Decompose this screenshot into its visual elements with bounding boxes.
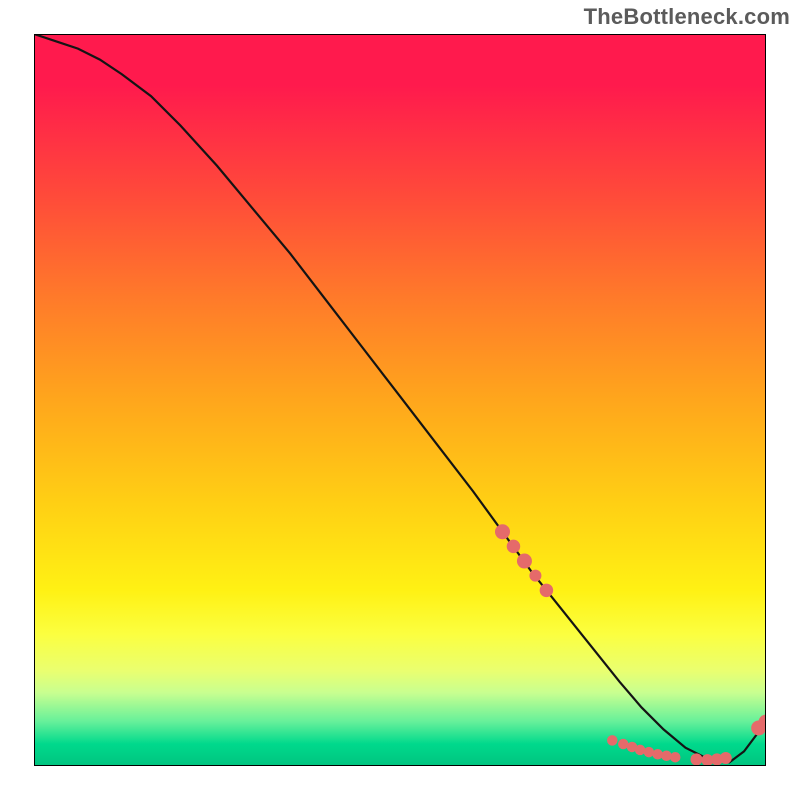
data-marker — [690, 753, 702, 765]
data-marker — [607, 735, 618, 746]
data-marker — [661, 751, 672, 762]
curve-line — [34, 34, 766, 762]
data-marker — [529, 570, 541, 582]
data-marker — [720, 752, 732, 764]
data-marker — [507, 540, 520, 554]
marker-group — [495, 524, 766, 766]
data-marker — [635, 745, 646, 756]
plot-area — [34, 34, 766, 766]
chart-svg — [34, 34, 766, 766]
watermark-text: TheBottleneck.com — [584, 4, 790, 30]
data-marker — [495, 524, 510, 539]
data-marker — [644, 747, 655, 758]
data-marker — [540, 584, 554, 598]
data-marker — [517, 554, 532, 569]
chart-stage: TheBottleneck.com — [0, 0, 800, 800]
data-marker — [670, 752, 681, 763]
data-marker — [652, 749, 663, 760]
